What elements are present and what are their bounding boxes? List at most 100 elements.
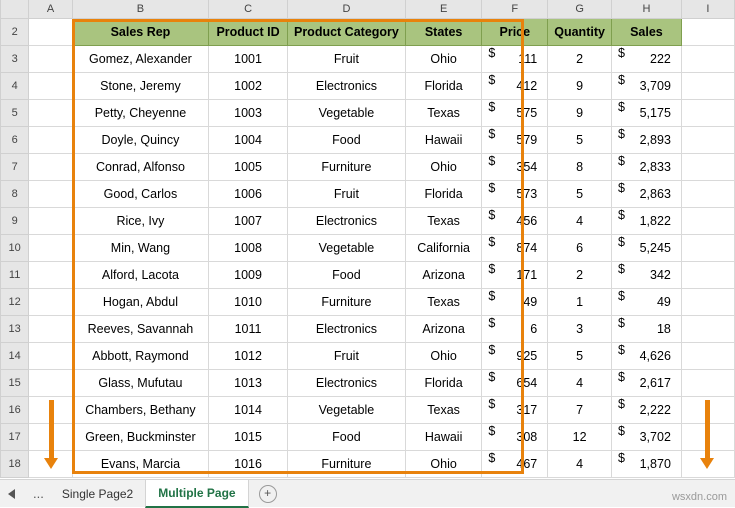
table-row[interactable]: 8 Good, Carlos 1006 Fruit Florida $573 5 $2,863	[0, 180, 735, 208]
row-header-12[interactable]: 12	[0, 288, 30, 316]
cell-state[interactable]: Arizona	[404, 261, 483, 289]
table-row[interactable]: 17 Green, Buckminster 1015 Food Hawaii $308 12…	[0, 423, 735, 451]
cell-product-category[interactable]: Furniture	[286, 288, 406, 316]
cell-state[interactable]: Hawaii	[404, 423, 483, 451]
cell-sales-rep[interactable]: Conrad, Alfonso	[71, 153, 210, 181]
row-header-8[interactable]: 8	[0, 180, 30, 208]
cell-sales[interactable]: $5,245	[610, 234, 682, 262]
cell-state[interactable]: Ohio	[404, 342, 483, 370]
cell-state[interactable]: Texas	[404, 99, 483, 127]
cell-sales[interactable]: $3,709	[610, 72, 682, 100]
cell-a[interactable]	[28, 153, 73, 181]
cell-quantity[interactable]: 4	[547, 207, 612, 235]
cell-sales-rep[interactable]: Glass, Mufutau	[71, 369, 210, 397]
cell-price[interactable]: $467	[481, 450, 549, 478]
row-header-3[interactable]: 3	[0, 45, 30, 73]
cell-price[interactable]: $579	[481, 126, 549, 154]
cell-sales[interactable]: $18	[610, 315, 682, 343]
cell-product-category[interactable]: Fruit	[286, 342, 406, 370]
cell-state[interactable]: Texas	[404, 288, 483, 316]
cell-product-category[interactable]: Vegetable	[286, 234, 406, 262]
cell-sales-rep[interactable]: Hogan, Abdul	[71, 288, 210, 316]
cell-sales[interactable]: $1,822	[610, 207, 682, 235]
row-header-16[interactable]: 16	[0, 396, 30, 424]
cell-a2[interactable]	[28, 18, 73, 46]
cell-sales[interactable]: $4,626	[610, 342, 682, 370]
cell-sales[interactable]: $2,863	[610, 180, 682, 208]
cell-a[interactable]	[28, 72, 73, 100]
cell-product-id[interactable]: 1005	[208, 153, 288, 181]
cell-quantity[interactable]: 8	[547, 153, 612, 181]
column-header-row[interactable]: A B C D E F G H I	[0, 0, 735, 19]
sheet-nav-buttons[interactable]: ...	[0, 486, 50, 501]
cell-i[interactable]	[680, 207, 735, 235]
column-header-h[interactable]: H	[610, 0, 682, 19]
cell-product-category[interactable]: Fruit	[286, 45, 406, 73]
table-row[interactable]: 5 Petty, Cheyenne 1003 Vegetable Texas $575 9 $…	[0, 99, 735, 127]
cell-i[interactable]	[680, 315, 735, 343]
sheet-table[interactable]: A B C D E F G H I 2 Sales Rep Product ID…	[0, 0, 735, 478]
cell-quantity[interactable]: 5	[547, 342, 612, 370]
cell-price[interactable]: $308	[481, 423, 549, 451]
cell-sales[interactable]: $2,893	[610, 126, 682, 154]
cell-quantity[interactable]: 5	[547, 126, 612, 154]
row-header-4[interactable]: 4	[0, 72, 30, 100]
select-all-corner[interactable]	[0, 0, 30, 19]
table-row[interactable]: 6 Doyle, Quincy 1004 Food Hawaii $579 5 $2,893	[0, 126, 735, 154]
cell-price[interactable]: $412	[481, 72, 549, 100]
row-header-15[interactable]: 15	[0, 369, 30, 397]
cell-price[interactable]: $354	[481, 153, 549, 181]
cell-i[interactable]	[680, 99, 735, 127]
cell-a[interactable]	[28, 180, 73, 208]
cell-state[interactable]: Florida	[404, 72, 483, 100]
cell-product-id[interactable]: 1013	[208, 369, 288, 397]
cell-sales[interactable]: $342	[610, 261, 682, 289]
sheet-tab-single-page2[interactable]: Single Page2	[49, 480, 146, 507]
cell-quantity[interactable]: 5	[547, 180, 612, 208]
cell-i[interactable]	[680, 234, 735, 262]
cell-price[interactable]: $575	[481, 99, 549, 127]
cell-sales-rep[interactable]: Min, Wang	[71, 234, 210, 262]
cell-sales-rep[interactable]: Green, Buckminster	[71, 423, 210, 451]
table-row[interactable]: 14 Abbott, Raymond 1012 Fruit Ohio $925 5 $4,62…	[0, 342, 735, 370]
column-header-a[interactable]: A	[28, 0, 73, 19]
table-row[interactable]: 13 Reeves, Savannah 1011 Electronics Arizona…	[0, 315, 735, 343]
cell-price[interactable]: $111	[481, 45, 549, 73]
cell-sales[interactable]: $2,222	[610, 396, 682, 424]
cell-a[interactable]	[28, 234, 73, 262]
cell-product-category[interactable]: Electronics	[286, 369, 406, 397]
cell-quantity[interactable]: 4	[547, 369, 612, 397]
cell-i[interactable]	[680, 180, 735, 208]
cell-product-id[interactable]: 1008	[208, 234, 288, 262]
table-row[interactable]: 18 Evans, Marcia 1016 Furniture Ohio $467 4 $1,…	[0, 450, 735, 478]
cell-sales[interactable]: $3,702	[610, 423, 682, 451]
cell-sales-rep[interactable]: Rice, Ivy	[71, 207, 210, 235]
cell-state[interactable]: Florida	[404, 369, 483, 397]
cell-product-id[interactable]: 1009	[208, 261, 288, 289]
cell-product-id[interactable]: 1014	[208, 396, 288, 424]
cell-product-category[interactable]: Vegetable	[286, 99, 406, 127]
cell-price[interactable]: $6	[481, 315, 549, 343]
cell-price[interactable]: $654	[481, 369, 549, 397]
cell-state[interactable]: California	[404, 234, 483, 262]
cell-price[interactable]: $456	[481, 207, 549, 235]
column-header-d[interactable]: D	[286, 0, 406, 19]
column-header-e[interactable]: E	[404, 0, 483, 19]
row-header-10[interactable]: 10	[0, 234, 30, 262]
table-row[interactable]: 3 Gomez, Alexander 1001 Fruit Ohio $111 2 $222	[0, 45, 735, 73]
cell-sales[interactable]: $2,833	[610, 153, 682, 181]
cell-state[interactable]: Ohio	[404, 450, 483, 478]
cell-a[interactable]	[28, 45, 73, 73]
cell-price[interactable]: $171	[481, 261, 549, 289]
column-header-f[interactable]: F	[481, 0, 549, 19]
cell-price[interactable]: $317	[481, 396, 549, 424]
cell-state[interactable]: Ohio	[404, 45, 483, 73]
cell-product-category[interactable]: Electronics	[286, 315, 406, 343]
cell-product-category[interactable]: Electronics	[286, 72, 406, 100]
column-header-c[interactable]: C	[208, 0, 288, 19]
cell-sales-rep[interactable]: Alford, Lacota	[71, 261, 210, 289]
row-header-13[interactable]: 13	[0, 315, 30, 343]
cell-sales[interactable]: $2,617	[610, 369, 682, 397]
table-row[interactable]: 16 Chambers, Bethany 1014 Vegetable Texas $31…	[0, 396, 735, 424]
cell-i[interactable]	[680, 261, 735, 289]
